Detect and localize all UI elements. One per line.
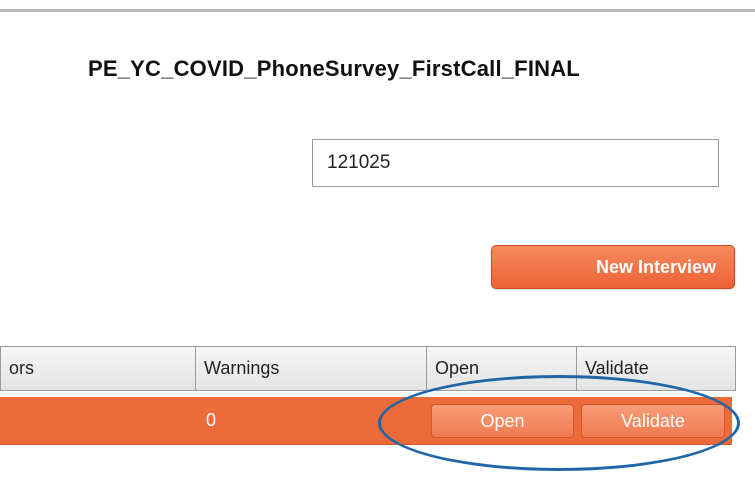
validate-button[interactable]: Validate [581, 404, 725, 438]
column-header-validate[interactable]: Validate [576, 347, 735, 390]
open-button[interactable]: Open [431, 404, 574, 438]
interviews-grid-header: ors Warnings Open Validate [0, 346, 736, 391]
column-header-errors[interactable]: ors [1, 347, 195, 390]
warnings-count: 0 [206, 410, 217, 430]
survey-title: PE_YC_COVID_PhoneSurvey_FirstCall_FINAL [88, 56, 580, 81]
column-header-warnings[interactable]: Warnings [195, 347, 426, 390]
column-header-open[interactable]: Open [426, 347, 576, 390]
new-interview-button[interactable]: New Interview [491, 245, 735, 289]
top-divider [0, 9, 755, 12]
interview-id-input[interactable] [312, 139, 719, 187]
table-row[interactable]: 0 Open Validate [0, 397, 732, 445]
